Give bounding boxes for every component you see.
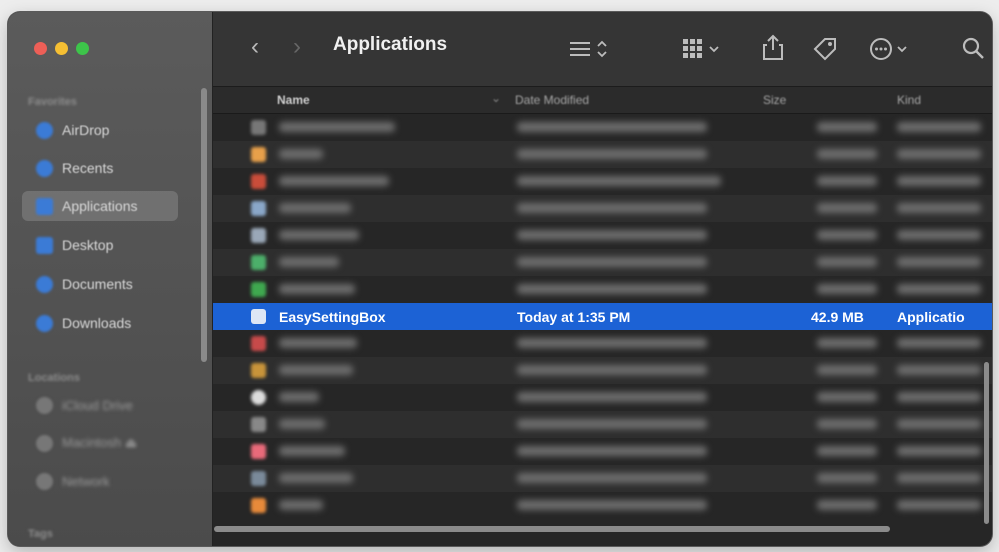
list-view-icon[interactable] [568, 39, 614, 59]
applications-icon [36, 197, 53, 215]
file-name: EasySettingBox [279, 308, 386, 325]
app-icon [251, 309, 266, 324]
app-icon [251, 363, 266, 378]
list-item[interactable] [213, 357, 992, 384]
app-icon [251, 336, 266, 351]
sidebar-item-desktop[interactable]: Desktop [22, 230, 178, 260]
app-icon [251, 228, 266, 243]
file-kind: Applicatio [897, 308, 965, 325]
app-icon [251, 120, 266, 135]
sidebar-item-applications[interactable]: Applications [22, 191, 178, 221]
window-title: Applications [333, 34, 448, 55]
column-size[interactable]: Size [763, 93, 786, 107]
list-item[interactable] [213, 330, 992, 357]
share-icon[interactable] [761, 34, 785, 62]
app-icon [251, 174, 266, 189]
sidebar-item-label: Recents [62, 160, 114, 176]
list-item[interactable] [213, 465, 992, 492]
app-icon [251, 201, 266, 216]
file-size: 42.9 MB [811, 308, 864, 325]
list-item[interactable] [213, 141, 992, 168]
sidebar-item-airdrop[interactable]: AirDrop [22, 115, 178, 145]
file-date-modified: Today at 1:35 PM [517, 308, 631, 325]
document-icon [36, 275, 53, 293]
list-item[interactable] [213, 222, 992, 249]
app-icon [251, 498, 266, 513]
app-icon [251, 390, 266, 405]
clock-icon [36, 159, 53, 177]
sidebar-item-label: Documents [62, 276, 133, 292]
sidebar-item-downloads[interactable]: Downloads [22, 308, 178, 338]
search-icon[interactable] [961, 36, 987, 62]
zoom-button[interactable] [76, 42, 89, 55]
download-icon [36, 314, 53, 332]
sidebar-item-icloud[interactable]: iCloud Drive [22, 390, 178, 420]
horizontal-scrollbar[interactable] [214, 526, 890, 532]
traffic-lights [34, 42, 89, 55]
list-item[interactable] [213, 438, 992, 465]
column-header: Name ⌄ Date Modified Size Kind [213, 87, 992, 114]
desktop-icon [36, 236, 53, 254]
column-date-modified[interactable]: Date Modified [515, 93, 589, 107]
app-icon [251, 255, 266, 270]
more-actions-icon[interactable] [869, 36, 915, 62]
app-icon [251, 282, 266, 297]
sidebar-section-tags: Tags [28, 528, 53, 540]
sidebar-item-label: Network [62, 473, 110, 489]
sidebar-item-documents[interactable]: Documents [22, 269, 178, 299]
minimize-button[interactable] [55, 42, 68, 55]
app-icon [251, 471, 266, 486]
sidebar-item-label: AirDrop [62, 122, 110, 138]
disk-icon [36, 434, 53, 452]
forward-icon[interactable]: › [293, 33, 301, 61]
close-button[interactable] [34, 42, 47, 55]
back-icon[interactable]: ‹ [251, 33, 259, 61]
column-kind[interactable]: Kind [897, 93, 921, 107]
vertical-scrollbar[interactable] [984, 362, 989, 524]
sidebar-item-network[interactable]: Network [22, 466, 178, 496]
sidebar-item-disk[interactable]: Macintosh ⏏ [22, 428, 178, 458]
sidebar-item-label: Desktop [62, 237, 114, 253]
list-item[interactable] [213, 114, 992, 141]
column-name[interactable]: Name [277, 93, 310, 107]
sidebar-item-label: Macintosh ⏏ [62, 435, 138, 450]
group-view-icon[interactable] [681, 37, 727, 61]
sidebar-item-recents[interactable]: Recents [22, 153, 178, 183]
sidebar: Favorites AirDrop Recents Applications D… [8, 12, 213, 546]
list-item[interactable] [213, 249, 992, 276]
sort-chevron-icon[interactable]: ⌄ [491, 91, 501, 105]
list-item[interactable] [213, 276, 992, 303]
cloud-icon [36, 396, 53, 414]
sidebar-item-label: Applications [62, 198, 138, 214]
sidebar-scrollbar[interactable] [201, 88, 207, 362]
app-icon [251, 417, 266, 432]
list-item[interactable] [213, 492, 992, 519]
list-item[interactable] [213, 411, 992, 438]
network-icon [36, 472, 53, 490]
file-list: EasySettingBox Today at 1:35 PM 42.9 MB … [213, 114, 992, 522]
list-item-selected[interactable]: EasySettingBox Today at 1:35 PM 42.9 MB … [213, 303, 992, 330]
tag-icon[interactable] [811, 35, 839, 63]
finder-window: Favorites AirDrop Recents Applications D… [8, 12, 992, 546]
app-icon [251, 147, 266, 162]
list-item[interactable] [213, 168, 992, 195]
app-icon [251, 444, 266, 459]
list-item[interactable] [213, 195, 992, 222]
sidebar-section-locations: Locations [28, 372, 80, 384]
sidebar-section-favorites: Favorites [28, 96, 77, 108]
airdrop-icon [36, 121, 53, 139]
sidebar-item-label: Downloads [62, 315, 132, 331]
toolbar: ‹ › Applications [213, 12, 992, 87]
sidebar-item-label: iCloud Drive [62, 397, 133, 413]
list-item[interactable] [213, 384, 992, 411]
